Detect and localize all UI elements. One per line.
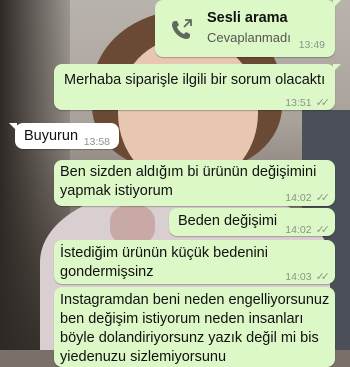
double-check-icon: ✓✓	[315, 271, 331, 283]
message-bubble[interactable]: İstediğim ürünün küçük bedenini gondermi…	[54, 240, 335, 284]
message-time: 14:03 ✓✓	[285, 268, 331, 287]
message-bubble[interactable]: Instagramdan beni neden engelliyorsunuz …	[54, 287, 335, 367]
double-check-icon: ✓✓	[315, 97, 331, 109]
message-text: Buyurun	[24, 128, 79, 144]
message-time: 13:51 ✓✓	[285, 94, 331, 113]
message-text: İstediğim ürünün küçük bedenini gondermi…	[60, 245, 268, 280]
voice-call-bubble[interactable]: Sesli arama Cevaplanmadı 13:49	[155, 0, 341, 57]
message-text: Merhaba siparişle ilgili bir sorum olaca…	[64, 72, 326, 88]
double-check-icon: ✓✓	[315, 224, 331, 236]
message-bubble-incoming[interactable]: Buyurun 13:58	[9, 123, 119, 149]
message-text: Beden değişimi	[178, 213, 278, 229]
message-time: 13:58	[83, 136, 110, 148]
double-check-icon: ✓✓	[315, 192, 331, 204]
call-status: Cevaplanmadı	[207, 30, 291, 45]
message-bubble[interactable]: Merhaba siparişle ilgili bir sorum olaca…	[54, 64, 341, 113]
phone-icon	[167, 16, 195, 44]
message-text: Instagramdan beni neden engelliyorsunuz …	[60, 292, 330, 365]
message-bubble[interactable]: Beden değişimi 14:02 ✓✓	[169, 208, 335, 236]
message-time: 14:02 ✓✓	[285, 221, 331, 240]
message-time: 14:02 ✓✓	[285, 189, 331, 208]
call-time: 13:49	[298, 39, 325, 51]
call-title: Sesli arama	[207, 10, 288, 26]
message-bubble[interactable]: Ben sizden aldığım bi ürünün değişimini …	[54, 160, 335, 206]
